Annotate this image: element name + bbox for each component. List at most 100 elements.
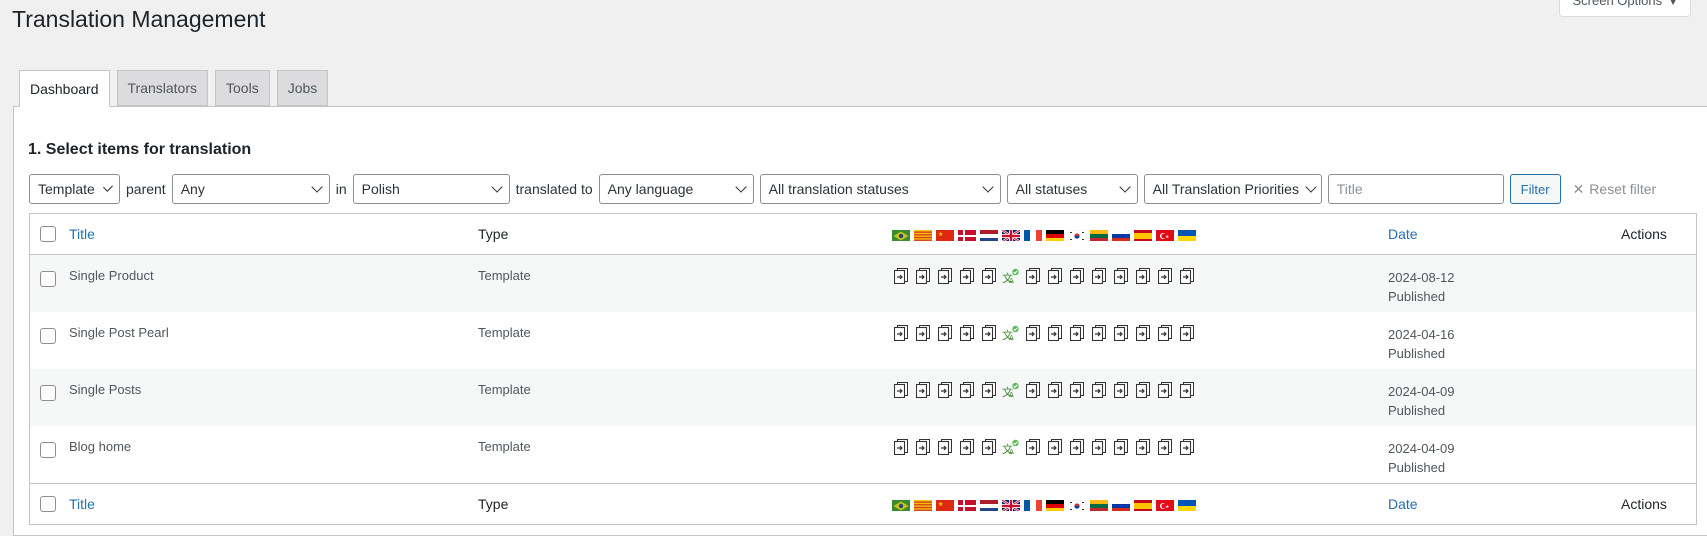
translation-complete-icon[interactable]: 文A [1002, 381, 1020, 399]
add-translation-icon[interactable] [1178, 267, 1196, 285]
translation-complete-icon[interactable]: 文A [1002, 324, 1020, 342]
row-date-cell: 2024-04-16 Published [1388, 325, 1455, 363]
row-checkbox[interactable] [40, 385, 56, 401]
add-translation-icon[interactable] [1046, 381, 1064, 399]
parent-select[interactable]: Any [171, 174, 330, 204]
add-translation-icon[interactable] [980, 381, 998, 399]
add-translation-icon[interactable] [1090, 438, 1108, 456]
add-translation-icon[interactable] [1068, 438, 1086, 456]
row-type: Template [478, 325, 531, 340]
add-translation-icon[interactable] [892, 267, 910, 285]
add-translation-icon[interactable] [1068, 324, 1086, 342]
add-translation-icon[interactable] [958, 438, 976, 456]
add-translation-icon[interactable] [1090, 324, 1108, 342]
target-language-select-value: Any language [607, 181, 694, 197]
filter-bar: Template parent Any in Polish translated… [29, 174, 1656, 204]
translation-complete-icon[interactable]: 文A [1002, 438, 1020, 456]
add-translation-icon[interactable] [1156, 438, 1174, 456]
flag-china-icon: ★ [936, 499, 954, 511]
add-translation-icon[interactable] [1156, 324, 1174, 342]
add-translation-icon[interactable] [980, 267, 998, 285]
select-all-checkbox-footer[interactable] [40, 496, 56, 512]
add-translation-icon[interactable] [1046, 324, 1064, 342]
language-select[interactable]: Polish [352, 174, 510, 204]
close-icon: ✕ [1572, 180, 1585, 197]
add-translation-icon[interactable] [914, 267, 932, 285]
add-translation-icon[interactable] [936, 381, 954, 399]
add-translation-icon[interactable] [1112, 438, 1130, 456]
add-translation-icon[interactable] [936, 438, 954, 456]
add-translation-icon[interactable] [892, 438, 910, 456]
status-select[interactable]: All statuses [1006, 174, 1138, 204]
add-translation-icon[interactable] [892, 324, 910, 342]
add-translation-icon[interactable] [1024, 438, 1042, 456]
add-translation-icon[interactable] [1134, 267, 1152, 285]
row-date: 2024-04-16 [1388, 327, 1455, 342]
add-translation-icon[interactable] [892, 381, 910, 399]
add-translation-icon[interactable] [1112, 267, 1130, 285]
column-title-header[interactable]: Title [69, 226, 95, 242]
type-select[interactable]: Template [29, 174, 120, 204]
target-language-select[interactable]: Any language [598, 174, 754, 204]
add-translation-icon[interactable] [1024, 267, 1042, 285]
chevron-down-icon [735, 181, 747, 193]
row-status: Published [1388, 289, 1446, 304]
column-date-footer[interactable]: Date [1388, 496, 1418, 512]
row-status: Published [1388, 460, 1446, 475]
add-translation-icon[interactable] [980, 324, 998, 342]
add-translation-icon[interactable] [1134, 324, 1152, 342]
row-checkbox[interactable] [40, 442, 56, 458]
add-translation-icon[interactable] [914, 324, 932, 342]
filter-button[interactable]: Filter [1509, 174, 1561, 204]
add-translation-icon[interactable] [1112, 324, 1130, 342]
add-translation-icon[interactable] [914, 438, 932, 456]
tab-dashboard[interactable]: Dashboard [19, 70, 110, 107]
add-translation-icon[interactable] [1178, 381, 1196, 399]
row-checkbox[interactable] [40, 271, 56, 287]
add-translation-icon[interactable] [958, 267, 976, 285]
add-translation-icon[interactable] [1112, 381, 1130, 399]
add-translation-icon[interactable] [936, 324, 954, 342]
tab-tools[interactable]: Tools [215, 70, 270, 106]
translated-to-label: translated to [515, 181, 593, 197]
add-translation-icon[interactable] [958, 381, 976, 399]
add-translation-icon[interactable] [1024, 324, 1042, 342]
add-translation-icon[interactable] [936, 267, 954, 285]
add-translation-icon[interactable] [1068, 267, 1086, 285]
title-filter-input[interactable]: Title [1327, 174, 1504, 204]
tab-translators[interactable]: Translators [116, 70, 209, 106]
add-translation-icon[interactable] [1046, 267, 1064, 285]
add-translation-icon[interactable] [1156, 267, 1174, 285]
column-title-footer[interactable]: Title [69, 496, 95, 512]
add-translation-icon[interactable] [1178, 438, 1196, 456]
priority-select[interactable]: All Translation Priorities [1143, 174, 1322, 204]
add-translation-icon[interactable] [1024, 381, 1042, 399]
select-all-checkbox[interactable] [40, 226, 56, 242]
add-translation-icon[interactable] [1134, 438, 1152, 456]
add-translation-icon[interactable] [1046, 438, 1064, 456]
flag-russia-icon [1112, 499, 1130, 511]
title-filter-placeholder: Title [1336, 181, 1363, 197]
tab-jobs[interactable]: Jobs [276, 70, 329, 106]
flag-korea-icon [1068, 499, 1086, 511]
row-translation-statuses: 文A [892, 324, 1196, 342]
row-checkbox[interactable] [40, 328, 56, 344]
add-translation-icon[interactable] [1178, 324, 1196, 342]
flag-denmark-icon [958, 229, 976, 241]
add-translation-icon[interactable] [1068, 381, 1086, 399]
column-date-header[interactable]: Date [1388, 226, 1418, 242]
add-translation-icon[interactable] [958, 324, 976, 342]
row-date: 2024-04-09 [1388, 441, 1455, 456]
reset-filter-link[interactable]: ✕ Reset filter [1573, 181, 1657, 198]
add-translation-icon[interactable] [980, 438, 998, 456]
add-translation-icon[interactable] [1134, 381, 1152, 399]
translation-complete-icon[interactable]: 文A [1002, 267, 1020, 285]
screen-options-button[interactable]: Screen Options ▼ [1559, 0, 1691, 17]
add-translation-icon[interactable] [1156, 381, 1174, 399]
add-translation-icon[interactable] [914, 381, 932, 399]
language-flags-footer: ★ ★ [892, 499, 1196, 511]
add-translation-icon[interactable] [1090, 381, 1108, 399]
add-translation-icon[interactable] [1090, 267, 1108, 285]
chevron-down-icon [1305, 181, 1317, 193]
translation-status-select[interactable]: All translation statuses [759, 174, 1001, 204]
